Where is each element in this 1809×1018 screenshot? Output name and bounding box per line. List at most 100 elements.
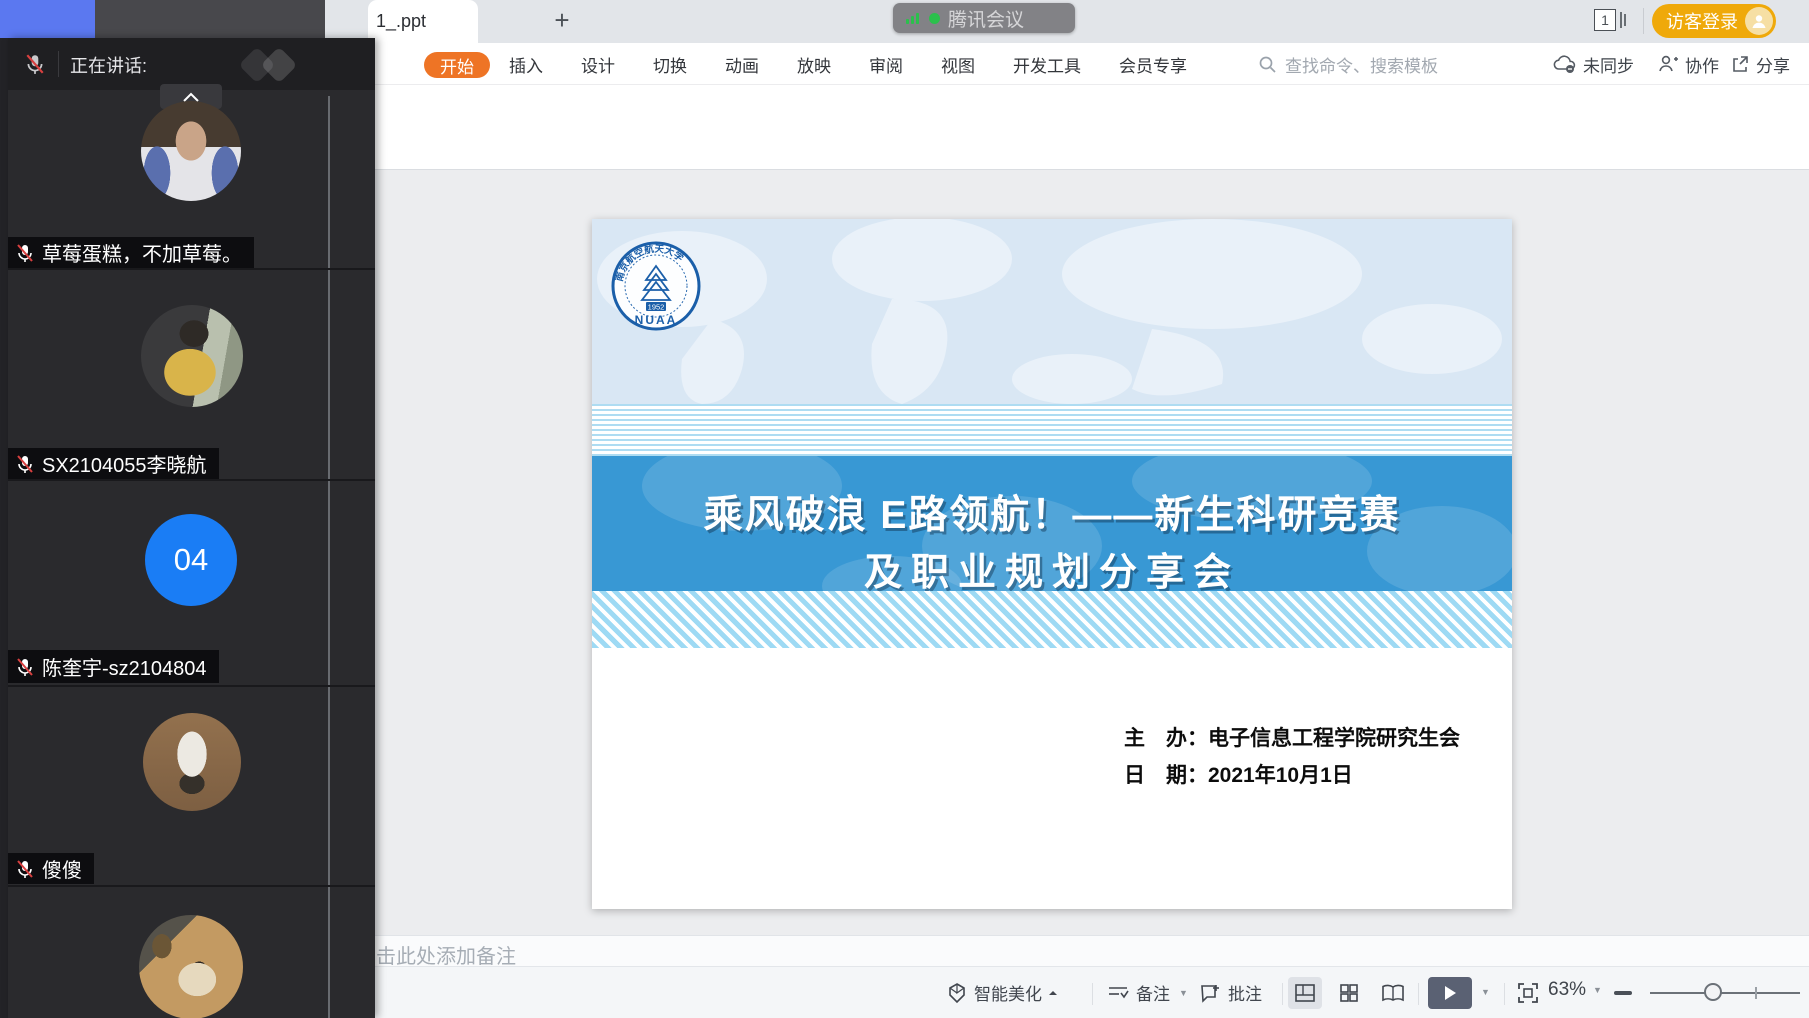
participant-name: 傻傻 [42, 854, 82, 883]
comments-label: 批注 [1228, 980, 1262, 1005]
participant-name-badge: 陈奎宇-sz2104804 [8, 650, 219, 683]
cloud-unsynced-icon [1553, 54, 1577, 74]
slide-sorter-view-button[interactable] [1332, 977, 1366, 1009]
ribbon-tab-home[interactable]: 开始 [424, 52, 490, 78]
slide-top-region [592, 219, 1512, 404]
screen: 1_.ppt + 1 访客登录 开始 插入 设计 切换 动画 放映 审阅 视图 [0, 0, 1809, 1018]
normal-view-button[interactable] [1288, 977, 1322, 1009]
notes-toggle-button[interactable]: 备注 ▼ [1106, 980, 1188, 1005]
fit-to-window-button[interactable] [1516, 981, 1540, 1005]
notes-icon [1106, 983, 1130, 1003]
participant-name-badge: SX2104055李晓航 [8, 448, 219, 479]
title-band: 乘风破浪 E路领航！——新生科研竞赛 及职业规划分享会 [592, 456, 1512, 591]
organizer-line: 主 办：电子信息工程学院研究生会 [1124, 720, 1460, 757]
play-slideshow-button[interactable] [1428, 977, 1472, 1009]
slide-bottom-region: 主 办：电子信息工程学院研究生会 日 期：2021年10月1日 [592, 648, 1512, 909]
divider [1282, 983, 1283, 1005]
mic-muted-icon [24, 53, 46, 75]
zoom-level-value: 63% [1548, 979, 1586, 1001]
window-count-badge: 1 [1594, 9, 1616, 31]
slide-title-line1: 乘风破浪 E路领航！——新生科研竞赛 [592, 484, 1512, 540]
participant-video-avatar [141, 305, 243, 407]
participant-name-badge: 傻傻 [8, 853, 94, 884]
mic-muted-icon [15, 454, 35, 474]
caret-up-icon [1048, 989, 1058, 997]
divider [58, 51, 59, 77]
participant-video-avatar [141, 101, 241, 201]
ribbon-tab-devtools[interactable]: 开发工具 [1013, 52, 1081, 77]
share-button[interactable]: 分享 [1730, 43, 1790, 85]
divider [1092, 983, 1093, 1005]
zoom-slider-handle[interactable] [1704, 983, 1722, 1001]
ribbon-tab-review[interactable]: 审阅 [869, 52, 903, 77]
speaking-label: 正在讲话: [70, 52, 147, 78]
ribbon-tab-transition[interactable]: 切换 [653, 52, 687, 77]
window-stack-icon [1619, 9, 1627, 31]
share-label: 分享 [1756, 52, 1790, 77]
tile-divider [8, 885, 375, 887]
collaborate-label: 协作 [1685, 52, 1719, 77]
diagonal-stripe-band [592, 591, 1512, 648]
guest-login-button[interactable]: 访客登录 [1652, 4, 1776, 38]
participant-illustration-avatar [143, 713, 241, 811]
guest-login-label: 访客登录 [1666, 8, 1738, 34]
tile-divider [8, 685, 375, 687]
smart-beautify-button[interactable]: 智能美化 [946, 980, 1058, 1005]
participant-name: 草莓蛋糕，不加草莓。 [42, 238, 242, 267]
grid-view-icon [1339, 983, 1359, 1003]
world-map-decoration [592, 219, 1512, 404]
ribbon-tab-member[interactable]: 会员专享 [1119, 52, 1187, 77]
collaborate-person-icon [1658, 54, 1679, 74]
document-tab-title: 1_.ppt [376, 11, 426, 32]
divider [1504, 983, 1505, 1005]
sync-status-button[interactable]: 未同步 [1553, 43, 1634, 85]
zoom-level-control[interactable]: 63% ▼ [1548, 979, 1602, 1001]
meeting-window-edge [0, 38, 8, 1018]
slide-organizer-date: 主 办：电子信息工程学院研究生会 日 期：2021年10月1日 [1124, 720, 1460, 794]
share-icon [1730, 54, 1750, 74]
zoom-slider-track[interactable] [1650, 992, 1800, 994]
zoom-slider-tick [1755, 987, 1757, 999]
window-count-button[interactable]: 1 [1594, 9, 1627, 31]
mic-muted-icon [15, 859, 35, 879]
ribbon-tab-slideshow[interactable]: 放映 [797, 52, 831, 77]
signal-bars-icon [905, 11, 921, 25]
mic-muted-icon [15, 243, 35, 263]
nuaa-logo: 南京航空航天大学 1952 NUAA [610, 240, 702, 332]
document-tab[interactable]: 1_.ppt [368, 0, 478, 43]
divider [1418, 983, 1419, 1005]
play-icon [1443, 985, 1457, 1001]
ribbon-tab-insert[interactable]: 插入 [509, 52, 543, 77]
ribbon-tab-animation[interactable]: 动画 [725, 52, 759, 77]
logo-abbr: NUAA [635, 313, 678, 327]
slide-title-line2: 及职业规划分享会 [592, 541, 1512, 591]
notes-toggle-label: 备注 [1136, 980, 1170, 1005]
new-tab-button[interactable]: + [547, 6, 577, 36]
status-dot-icon [929, 13, 940, 24]
reading-view-button[interactable] [1376, 977, 1410, 1009]
background-window-titlebar [95, 0, 325, 40]
play-options-caret[interactable]: ▼ [1481, 987, 1490, 997]
notes-placeholder: 击此处添加备注 [376, 940, 516, 969]
meeting-video-panel[interactable]: 正在讲话: 草莓蛋糕，不加草莓。 SX2104055李晓航 04 [8, 38, 375, 1018]
meeting-panel-header[interactable]: 正在讲话: [8, 38, 375, 90]
panel-scrollbar[interactable] [328, 96, 330, 1018]
collaborate-button[interactable]: 协作 [1658, 43, 1719, 85]
book-icon [1381, 983, 1405, 1003]
ribbon-tab-view[interactable]: 视图 [941, 52, 975, 77]
command-search[interactable]: 查找命令、搜索模板 [1258, 43, 1438, 85]
mic-muted-icon [15, 657, 35, 677]
participant-name: 陈奎宇-sz2104804 [42, 652, 207, 681]
fit-screen-icon [1516, 981, 1540, 1005]
pinstripe-band [592, 404, 1512, 456]
comments-button[interactable]: 批注 [1198, 980, 1262, 1005]
ribbon-tab-design[interactable]: 设计 [581, 52, 615, 77]
tencent-meeting-pill[interactable]: 腾讯会议 [893, 3, 1075, 33]
zoom-out-button[interactable] [1614, 991, 1632, 995]
smart-beautify-label: 智能美化 [974, 980, 1042, 1005]
wps-home-corner[interactable] [0, 0, 95, 43]
participant-video-avatar [139, 915, 243, 1018]
participant-name-badge: 草莓蛋糕，不加草莓。 [8, 237, 254, 268]
tile-divider [8, 479, 375, 481]
slide[interactable]: 南京航空航天大学 1952 NUAA 乘风破浪 [592, 219, 1512, 909]
